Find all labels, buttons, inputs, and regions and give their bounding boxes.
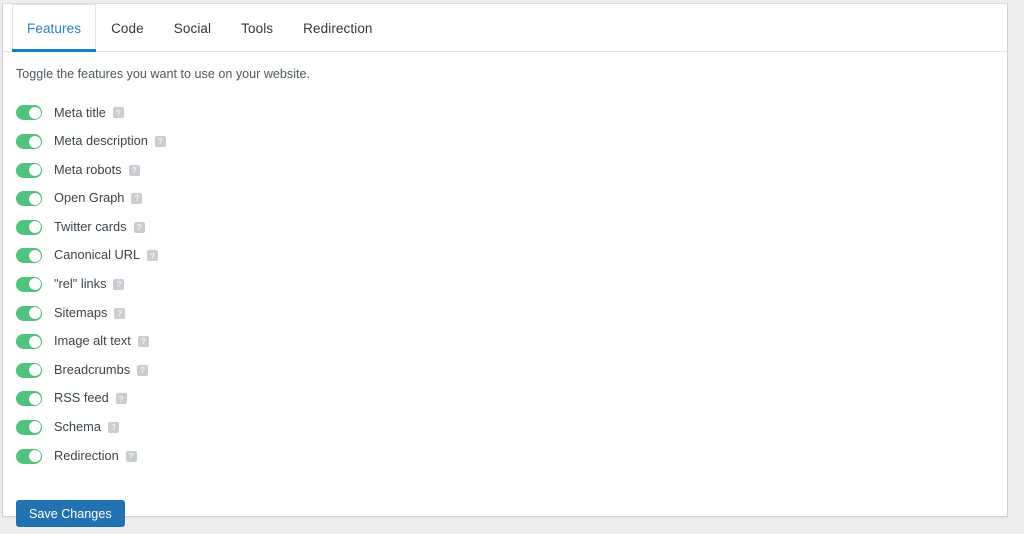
toggle-redirection[interactable]: [16, 448, 42, 464]
feature-row-breadcrumbs: Breadcrumbs?: [16, 356, 1007, 385]
feature-label-canonical-url: Canonical URL: [54, 247, 141, 263]
toggle-knob: [28, 307, 41, 320]
feature-label-rss-feed: RSS feed: [54, 390, 109, 406]
feature-label-twitter-cards: Twitter cards: [54, 218, 127, 234]
feature-row-open-graph: Open Graph?: [16, 184, 1007, 213]
toggle-knob: [28, 335, 41, 348]
help-icon[interactable]: ?: [137, 364, 149, 376]
feature-label-redirection: Redirection: [54, 447, 119, 463]
tab-redirection[interactable]: Redirection: [288, 4, 387, 51]
feature-row-rss-feed: RSS feed?: [16, 385, 1007, 414]
feature-label-meta-title: Meta title: [54, 104, 106, 120]
toggle-schema[interactable]: [16, 419, 42, 435]
feature-label-open-graph: Open Graph: [54, 190, 125, 206]
feature-row-meta-robots: Meta robots?: [16, 156, 1007, 185]
feature-label-meta-description: Meta description: [54, 133, 148, 149]
toggle-rel-links[interactable]: [16, 276, 42, 292]
help-icon[interactable]: ?: [125, 450, 137, 462]
toggle-knob: [28, 106, 41, 119]
save-changes-button[interactable]: Save Changes: [16, 500, 125, 528]
feature-row-canonical-url: Canonical URL?: [16, 242, 1007, 271]
feature-row-twitter-cards: Twitter cards?: [16, 213, 1007, 242]
help-icon[interactable]: ?: [137, 336, 149, 348]
toggle-knob: [28, 192, 41, 205]
toggle-breadcrumbs[interactable]: [16, 362, 42, 378]
tab-social[interactable]: Social: [159, 4, 226, 51]
help-icon[interactable]: ?: [107, 421, 119, 433]
feature-row-sitemaps: Sitemaps?: [16, 299, 1007, 328]
feature-row-meta-title: Meta title?: [16, 99, 1007, 128]
help-icon[interactable]: ?: [154, 136, 166, 148]
tab-tools[interactable]: Tools: [226, 4, 288, 51]
panel-intro-text: Toggle the features you want to use on y…: [16, 67, 311, 81]
toggle-sitemaps[interactable]: [16, 305, 42, 321]
feature-label-schema: Schema: [54, 419, 101, 435]
feature-row-redirection: Redirection?: [16, 442, 1007, 471]
toggle-knob: [28, 249, 41, 262]
toggle-knob: [28, 421, 41, 434]
feature-label-rel-links: "rel" links: [54, 276, 107, 292]
feature-row-schema: Schema?: [16, 413, 1007, 442]
feature-row-rel-links: "rel" links?: [16, 270, 1007, 299]
feature-label-sitemaps: Sitemaps: [54, 304, 108, 320]
toggle-image-alt-text[interactable]: [16, 334, 42, 350]
toggle-knob: [28, 450, 41, 463]
toggle-meta-robots[interactable]: [16, 162, 42, 178]
toggle-rss-feed[interactable]: [16, 391, 42, 407]
help-icon[interactable]: ?: [113, 278, 125, 290]
toggle-open-graph[interactable]: [16, 191, 42, 207]
toggle-canonical-url[interactable]: [16, 248, 42, 264]
toggle-knob: [28, 135, 41, 148]
help-icon[interactable]: ?: [131, 193, 143, 205]
toggle-knob: [28, 164, 41, 177]
features-panel: Toggle the features you want to use on y…: [3, 52, 1007, 528]
help-icon[interactable]: ?: [115, 393, 127, 405]
settings-tab-bar: Features Code Social Tools Redirection: [3, 4, 1007, 52]
toggle-knob: [28, 364, 41, 377]
feature-label-meta-robots: Meta robots: [54, 161, 122, 177]
tab-features[interactable]: Features: [12, 4, 97, 52]
tab-code[interactable]: Code: [96, 4, 159, 51]
feature-row-meta-description: Meta description?: [16, 127, 1007, 156]
toggle-knob: [28, 221, 41, 234]
help-icon[interactable]: ?: [147, 250, 159, 262]
help-icon[interactable]: ?: [133, 221, 145, 233]
help-icon[interactable]: ?: [114, 307, 126, 319]
help-icon[interactable]: ?: [128, 164, 140, 176]
feature-toggle-list: Meta title? Meta description? Meta robots?…: [16, 99, 1007, 471]
toggle-knob: [28, 392, 41, 405]
help-icon[interactable]: ?: [112, 107, 124, 119]
feature-label-image-alt-text: Image alt text: [54, 333, 131, 349]
feature-label-breadcrumbs: Breadcrumbs: [54, 361, 131, 377]
toggle-meta-description[interactable]: [16, 134, 42, 150]
feature-row-image-alt-text: Image alt text?: [16, 327, 1007, 356]
toggle-knob: [28, 278, 41, 291]
toggle-twitter-cards[interactable]: [16, 219, 42, 235]
toggle-meta-title[interactable]: [16, 105, 42, 121]
settings-card: Features Code Social Tools Redirection Toggl…: [2, 3, 1008, 528]
